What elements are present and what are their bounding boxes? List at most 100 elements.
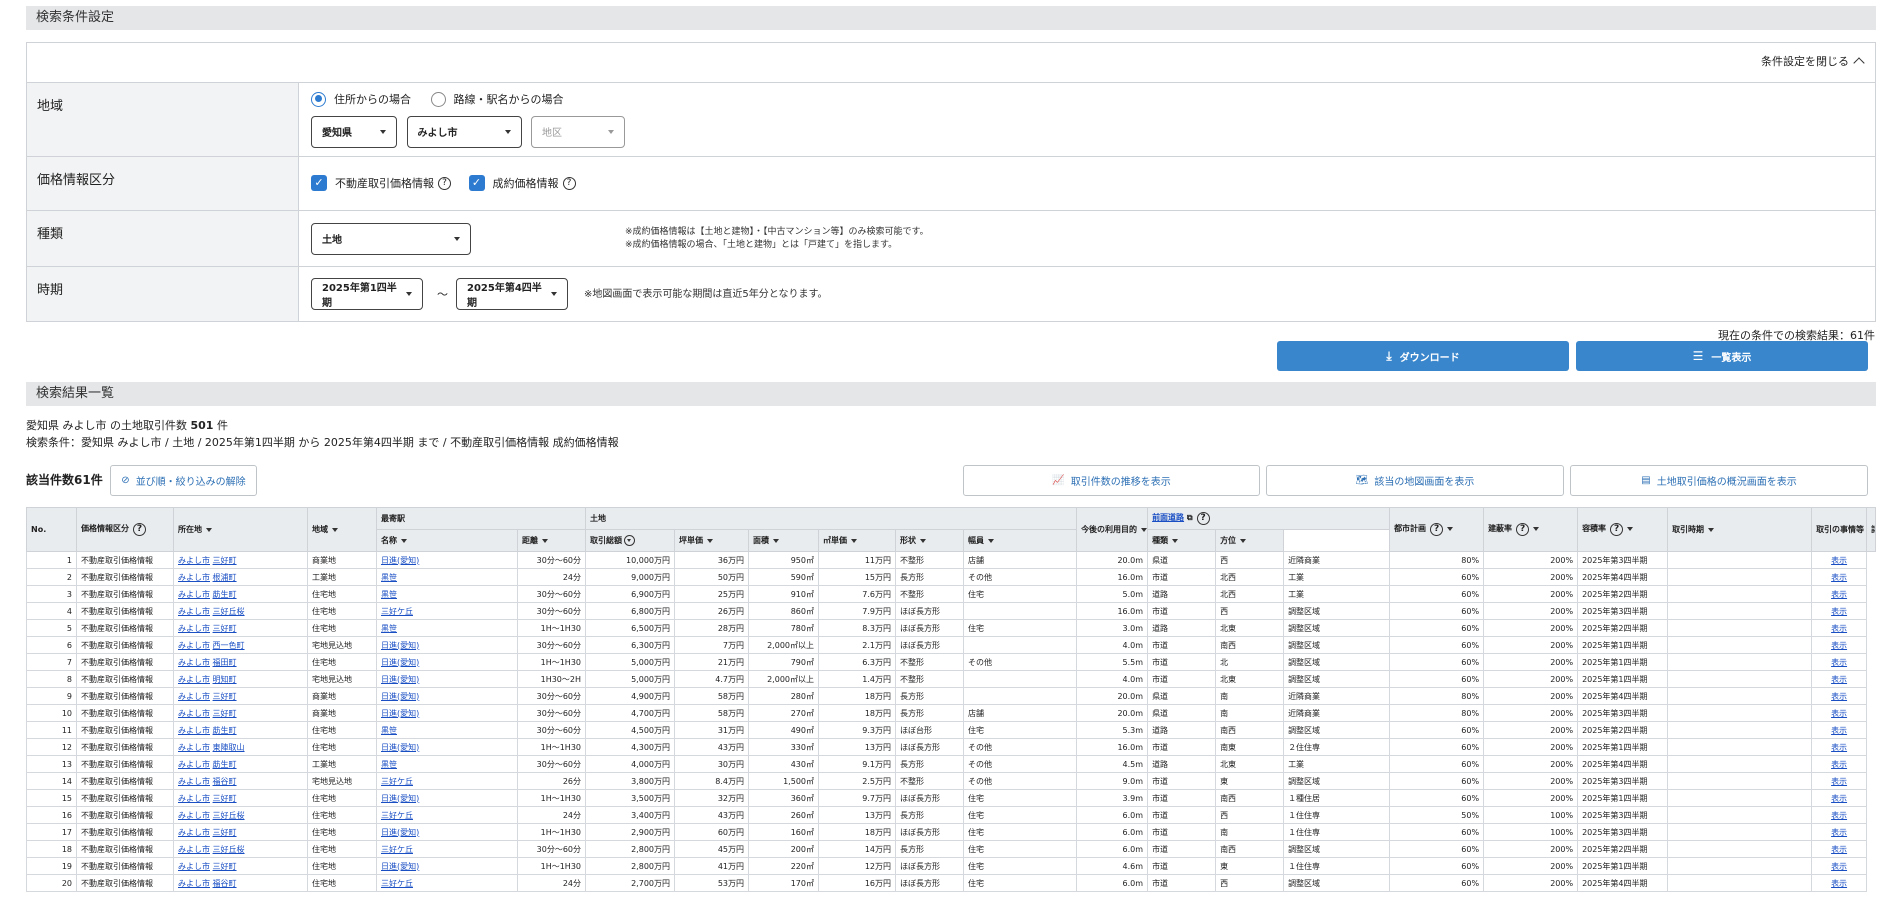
- city-link[interactable]: みよし市: [178, 777, 210, 786]
- detail-link[interactable]: 表示: [1831, 641, 1847, 650]
- col-total-price[interactable]: 取引総額: [585, 529, 675, 552]
- prefecture-select[interactable]: 愛知県: [311, 115, 397, 148]
- help-icon[interactable]: ?: [1430, 523, 1444, 536]
- station-link[interactable]: 三好ケ丘: [381, 879, 413, 888]
- town-link[interactable]: 根浦町: [213, 573, 237, 582]
- station-link[interactable]: 日進(愛知): [381, 675, 419, 684]
- city-link[interactable]: みよし市: [178, 743, 210, 752]
- detail-link[interactable]: 表示: [1831, 828, 1847, 837]
- town-link[interactable]: 三好町: [213, 624, 237, 633]
- town-link[interactable]: 東陣取山: [213, 743, 245, 752]
- station-link[interactable]: 日進(愛知): [381, 828, 419, 837]
- city-link[interactable]: みよし市: [178, 845, 210, 854]
- city-link[interactable]: みよし市: [178, 607, 210, 616]
- station-link[interactable]: 三好ケ丘: [381, 811, 413, 820]
- detail-link[interactable]: 表示: [1831, 760, 1847, 769]
- city-link[interactable]: みよし市: [178, 760, 210, 769]
- checkbox-transaction-price[interactable]: ✓ 不動産取引価格情報?: [311, 175, 451, 191]
- trend-button[interactable]: 📈 取引件数の推移を表示: [963, 465, 1260, 496]
- col-road-width[interactable]: 幅員: [962, 529, 1078, 552]
- detail-link[interactable]: 表示: [1831, 726, 1847, 735]
- col-time[interactable]: 取引時期: [1667, 507, 1813, 552]
- radio-station[interactable]: 路線・駅名からの場合: [430, 91, 564, 107]
- town-link[interactable]: 三好丘桜: [213, 607, 245, 616]
- town-link[interactable]: 福谷町: [213, 879, 237, 888]
- town-link[interactable]: 三好町: [213, 692, 237, 701]
- col-station-name[interactable]: 名称: [376, 529, 518, 552]
- col-far[interactable]: 容積率?: [1577, 507, 1669, 552]
- city-link[interactable]: みよし市: [178, 828, 210, 837]
- kind-select[interactable]: 土地: [311, 222, 471, 255]
- detail-link[interactable]: 表示: [1831, 794, 1847, 803]
- town-link[interactable]: 三好町: [213, 556, 237, 565]
- road-link[interactable]: 前面道路: [1152, 513, 1184, 522]
- detail-link[interactable]: 表示: [1831, 573, 1847, 582]
- list-view-button[interactable]: ☰ 一覧表示: [1576, 341, 1868, 371]
- checkbox-contract-price[interactable]: ✓ 成約価格情報?: [468, 175, 576, 191]
- town-link[interactable]: 莇生町: [213, 590, 237, 599]
- help-icon[interactable]: ?: [1610, 523, 1624, 536]
- close-conditions-button[interactable]: 条件設定を閉じる: [27, 43, 1875, 83]
- city-link[interactable]: みよし市: [178, 675, 210, 684]
- city-link[interactable]: みよし市: [178, 879, 210, 888]
- col-circumstances[interactable]: 取引の事情等: [1811, 507, 1868, 552]
- sort-desc-icon[interactable]: [624, 535, 635, 546]
- col-direction[interactable]: 方位: [1215, 529, 1285, 552]
- period-from-select[interactable]: 2025年第1四半期: [311, 278, 423, 310]
- col-menseki[interactable]: 面積: [748, 529, 819, 552]
- town-link[interactable]: 三好町: [213, 794, 237, 803]
- overview-button[interactable]: ▤ 土地取引価格の概況画面を表示: [1570, 465, 1868, 496]
- detail-link[interactable]: 表示: [1831, 862, 1847, 871]
- city-link[interactable]: みよし市: [178, 692, 210, 701]
- detail-link[interactable]: 表示: [1831, 624, 1847, 633]
- station-link[interactable]: 黒笹: [381, 624, 397, 633]
- city-link[interactable]: みよし市: [178, 573, 210, 582]
- help-icon[interactable]: ?: [1196, 512, 1210, 525]
- detail-link[interactable]: 表示: [1831, 709, 1847, 718]
- city-link[interactable]: みよし市: [178, 862, 210, 871]
- help-icon[interactable]: ?: [562, 176, 576, 190]
- city-select[interactable]: みよし市: [406, 115, 522, 148]
- detail-link[interactable]: 表示: [1831, 607, 1847, 616]
- city-link[interactable]: みよし市: [178, 590, 210, 599]
- col-tsubo-price[interactable]: 坪単価: [674, 529, 749, 552]
- station-link[interactable]: 三好ケ丘: [381, 845, 413, 854]
- station-link[interactable]: 黒笹: [381, 573, 397, 582]
- help-icon[interactable]: ?: [133, 523, 146, 536]
- city-link[interactable]: みよし市: [178, 726, 210, 735]
- station-link[interactable]: 日進(愛知): [381, 641, 419, 650]
- col-use[interactable]: 今後の利用目的: [1076, 507, 1149, 552]
- detail-link[interactable]: 表示: [1831, 658, 1847, 667]
- detail-link[interactable]: 表示: [1831, 845, 1847, 854]
- town-link[interactable]: 西一色町: [213, 641, 245, 650]
- city-link[interactable]: みよし市: [178, 658, 210, 667]
- col-kubun[interactable]: 価格情報区分?: [76, 507, 174, 552]
- station-link[interactable]: 黒笹: [381, 726, 397, 735]
- town-link[interactable]: 三好町: [213, 862, 237, 871]
- town-link[interactable]: 三好丘桜: [213, 845, 245, 854]
- city-link[interactable]: みよし市: [178, 709, 210, 718]
- reset-filter-button[interactable]: ⊘ 並び順・絞り込みの解除: [110, 465, 257, 496]
- station-link[interactable]: 日進(愛知): [381, 556, 419, 565]
- town-link[interactable]: 福田町: [213, 658, 237, 667]
- detail-link[interactable]: 表示: [1831, 590, 1847, 599]
- town-link[interactable]: 三好町: [213, 828, 237, 837]
- city-link[interactable]: みよし市: [178, 794, 210, 803]
- station-link[interactable]: 三好ケ丘: [381, 607, 413, 616]
- detail-link[interactable]: 表示: [1831, 556, 1847, 565]
- station-link[interactable]: 日進(愛知): [381, 862, 419, 871]
- external-link-icon[interactable]: ⧉: [1187, 513, 1193, 522]
- station-link[interactable]: 日進(愛知): [381, 658, 419, 667]
- station-link[interactable]: 三好ケ丘: [381, 777, 413, 786]
- station-link[interactable]: 日進(愛知): [381, 692, 419, 701]
- station-link[interactable]: 日進(愛知): [381, 794, 419, 803]
- col-m2-price[interactable]: ㎡単価: [818, 529, 896, 552]
- col-distance[interactable]: 距離: [517, 529, 586, 552]
- town-link[interactable]: 福谷町: [213, 777, 237, 786]
- station-link[interactable]: 黒笹: [381, 760, 397, 769]
- city-link[interactable]: みよし市: [178, 624, 210, 633]
- detail-link[interactable]: 表示: [1831, 879, 1847, 888]
- detail-link[interactable]: 表示: [1831, 675, 1847, 684]
- station-link[interactable]: 黒笹: [381, 590, 397, 599]
- col-city-plan[interactable]: 都市計画?: [1389, 507, 1485, 552]
